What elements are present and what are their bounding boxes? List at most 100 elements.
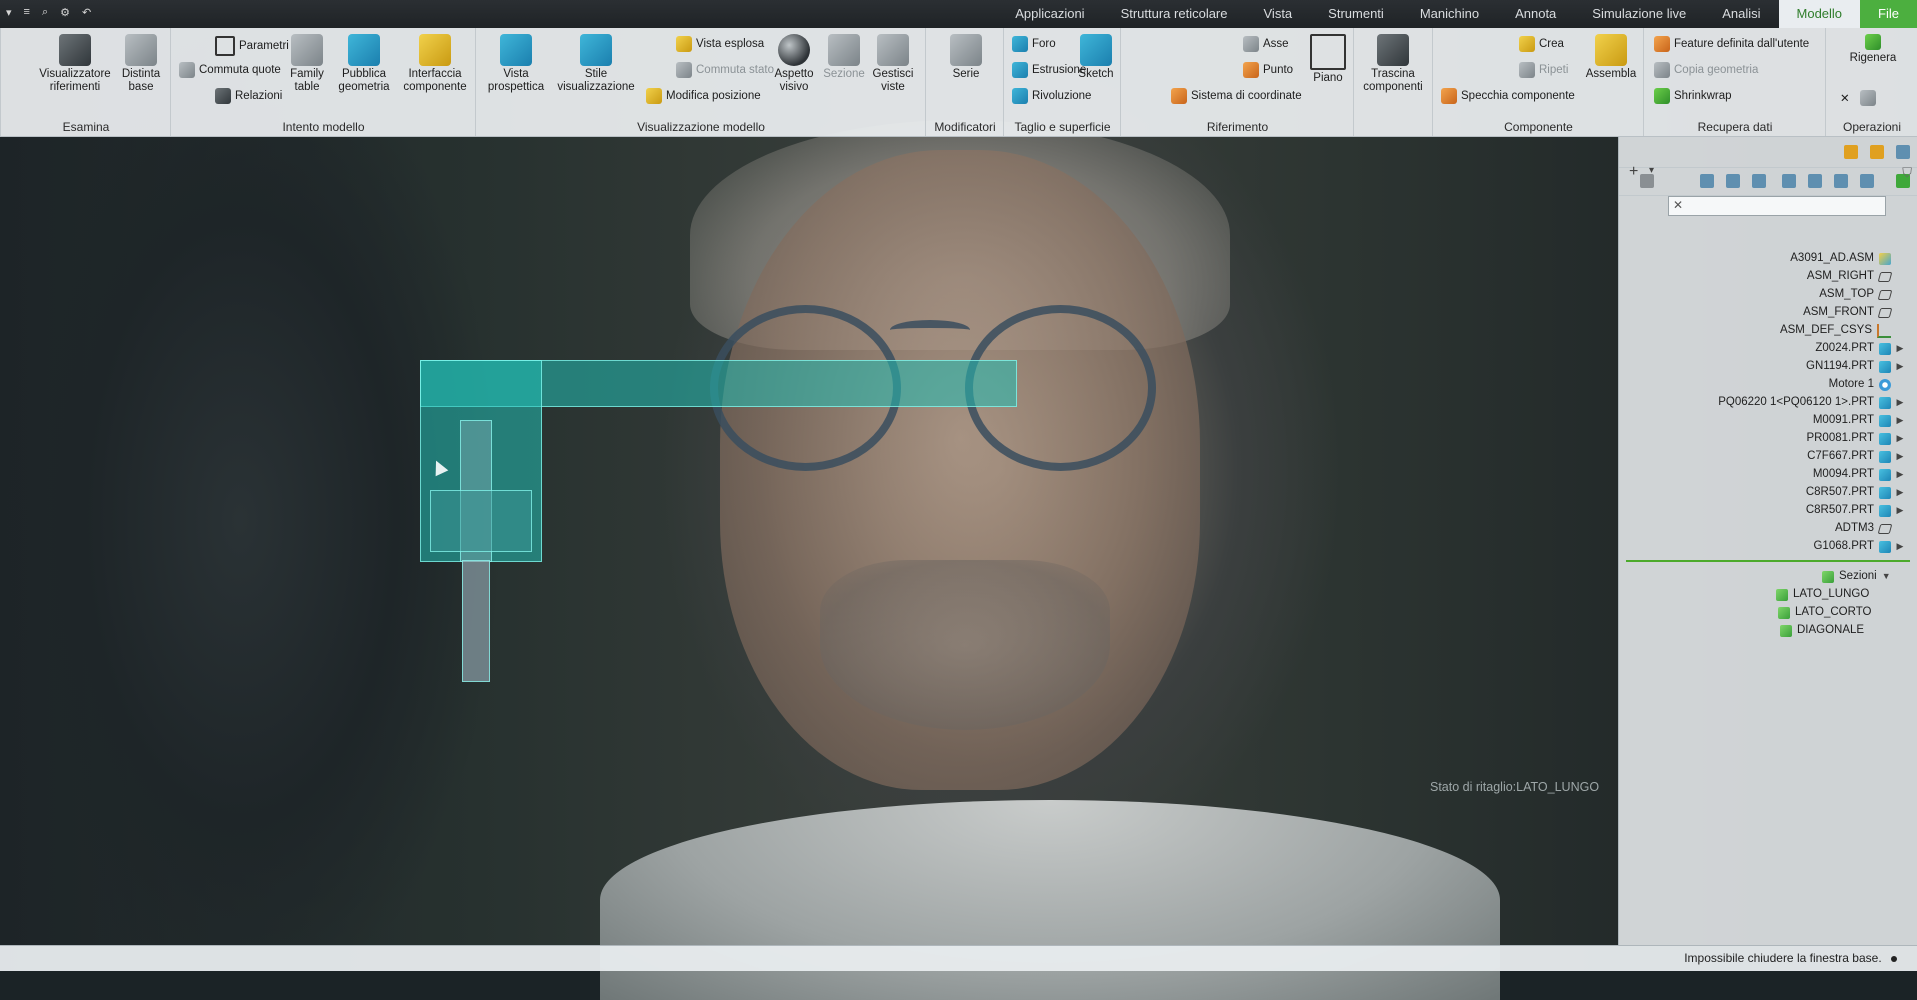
tree-item[interactable]: ASM_FRONT xyxy=(1803,304,1904,321)
parametri-button[interactable]: Parametri xyxy=(215,36,289,56)
pubblica-geometria-button[interactable]: Pubblica geometria xyxy=(333,34,395,94)
expand-arrow-icon[interactable]: ▶ xyxy=(1896,538,1904,555)
tab-analisi[interactable]: Analisi xyxy=(1704,0,1778,28)
tree-item[interactable]: M0091.PRT ▶ xyxy=(1813,412,1904,429)
shrinkwrap-button[interactable]: Shrinkwrap xyxy=(1654,88,1732,104)
group-label-riferimento[interactable]: Riferimento xyxy=(1121,120,1354,134)
tree-item[interactable]: Motore 1 xyxy=(1829,376,1904,393)
tab-annota[interactable]: Annota xyxy=(1497,0,1574,28)
specchia-button[interactable]: Specchia componente xyxy=(1441,88,1575,104)
tab-manichino[interactable]: Manichino xyxy=(1402,0,1497,28)
more-icon[interactable] xyxy=(1896,145,1910,159)
tree-item[interactable]: ASM_RIGHT xyxy=(1807,268,1904,285)
expand-arrow-icon[interactable]: ▶ xyxy=(1896,484,1904,501)
tree-item[interactable]: A3091_AD.ASM xyxy=(1790,250,1904,267)
tab-strumenti[interactable]: Strumenti xyxy=(1310,0,1402,28)
estrusione-button[interactable]: Estrusione xyxy=(1012,62,1086,78)
group-label-recupera-dati[interactable]: Recupera dati xyxy=(1644,120,1826,134)
group-label-operazioni[interactable]: Operazioni xyxy=(1826,120,1917,134)
expand-arrow-icon[interactable]: ▶ xyxy=(1896,448,1904,465)
vista-prospettica-button[interactable]: Vista prospettica xyxy=(480,34,552,94)
visualizzatore-riferimenti-button[interactable]: Visualizzatore riferimenti xyxy=(37,34,113,94)
serie-button[interactable]: Serie xyxy=(936,34,996,81)
model-bracket[interactable] xyxy=(430,490,532,552)
add-icon[interactable]: + xyxy=(1629,163,1638,181)
expand-arrow-icon[interactable]: ▶ xyxy=(1896,430,1904,447)
chevron-down-icon[interactable]: ▾ xyxy=(1649,165,1654,176)
commuta-stato-button[interactable]: Commuta stato xyxy=(676,62,774,78)
expand-arrow-icon[interactable]: ▶ xyxy=(1896,358,1904,375)
tree-item[interactable]: PR0081.PRT ▶ xyxy=(1806,430,1904,447)
tab-struttura-reticolare[interactable]: Struttura reticolare xyxy=(1103,0,1246,28)
rivoluzione-button[interactable]: Rivoluzione xyxy=(1012,88,1091,104)
filter-icon[interactable]: ⛉ xyxy=(1902,165,1912,181)
gestisci-viste-button[interactable]: Gestisci viste xyxy=(868,34,918,94)
tree-item[interactable]: C8R507.PRT ▶ xyxy=(1806,484,1904,501)
layers-toggle-icon[interactable] xyxy=(1726,174,1740,188)
sezione-button[interactable]: Sezione xyxy=(822,34,866,81)
tree-item[interactable]: G1068.PRT ▶ xyxy=(1813,538,1904,555)
expand-arrow-icon[interactable]: ▶ xyxy=(1896,394,1904,411)
stile-visualizzazione-button[interactable]: Stile visualizzazione xyxy=(556,34,636,94)
tree-search-input[interactable] xyxy=(1668,196,1886,216)
camera-icon[interactable] xyxy=(1844,145,1858,159)
search-icon[interactable]: ⌕ xyxy=(42,6,48,19)
aspetto-visivo-button[interactable]: Aspetto visivo xyxy=(768,34,820,94)
gear-icon[interactable] xyxy=(1752,174,1766,188)
interfaccia-componente-button[interactable]: Interfaccia componente xyxy=(397,34,473,94)
sistema-coordinate-button[interactable]: Sistema di coordinate xyxy=(1171,88,1302,104)
tab-file[interactable]: File xyxy=(1860,0,1917,28)
group-label-intento-modello[interactable]: Intento modello xyxy=(171,120,476,134)
chevron-icon[interactable]: ▾ xyxy=(6,6,12,19)
copia-geometria-button[interactable]: Copia geometria xyxy=(1654,62,1758,78)
settings-icon[interactable]: ⚙ xyxy=(60,6,70,19)
asse-button[interactable]: Asse xyxy=(1243,36,1289,52)
assembla-button[interactable]: Assembla xyxy=(1583,34,1639,81)
tab-simulazione-live[interactable]: Simulazione live xyxy=(1574,0,1704,28)
tab-applicazioni[interactable]: Applicazioni xyxy=(997,0,1102,28)
family-table-button[interactable]: Family table xyxy=(283,34,331,94)
feature-utente-button[interactable]: Feature definita dall'utente xyxy=(1654,36,1809,52)
filter-settings-icon[interactable] xyxy=(1808,174,1822,188)
tree-item[interactable]: ADTM3 xyxy=(1835,520,1904,537)
tree-item[interactable]: GN1194.PRT ▶ xyxy=(1806,358,1904,375)
tree-item[interactable]: C7F667.PRT ▶ xyxy=(1807,448,1904,465)
tree-item[interactable]: C8R507.PRT ▶ xyxy=(1806,502,1904,519)
group-label-taglio-superficie[interactable]: Taglio e superficie xyxy=(1004,120,1121,134)
relazioni-button[interactable]: Relazioni xyxy=(215,88,282,104)
expand-icon[interactable] xyxy=(1834,174,1848,188)
crea-button[interactable]: Crea xyxy=(1519,36,1564,52)
undo-icon[interactable]: ↶ xyxy=(82,6,91,19)
foro-button[interactable]: Foro xyxy=(1012,36,1056,52)
expand-arrow-icon[interactable]: ▶ xyxy=(1896,466,1904,483)
menu-icon[interactable]: ≡ xyxy=(24,6,30,19)
tree-item[interactable]: Z0024.PRT ▶ xyxy=(1815,340,1904,357)
expand-arrow-icon[interactable]: ▶ xyxy=(1896,412,1904,429)
modifica-posizione-button[interactable]: Modifica posizione xyxy=(646,88,761,104)
group-label-esamina[interactable]: Esamina xyxy=(1,120,171,134)
rigenera-button[interactable]: Rigenera xyxy=(1836,34,1910,65)
expand-arrow-icon[interactable]: ▶ xyxy=(1896,340,1904,357)
group-label-visualizzazione-modello[interactable]: Visualizzazione modello xyxy=(476,120,926,134)
tree-section-item[interactable]: LATO_CORTO xyxy=(1778,604,1871,621)
vista-esplosa-button[interactable]: Vista esplosa xyxy=(676,36,764,52)
display-icon[interactable] xyxy=(1782,174,1796,188)
clear-search-icon[interactable]: ✕ xyxy=(1673,198,1683,212)
columns-icon[interactable] xyxy=(1860,174,1874,188)
distinta-base-button[interactable]: Distinta base xyxy=(115,34,167,94)
group-label-modificatori[interactable]: Modificatori xyxy=(926,120,1004,134)
piano-button[interactable]: Piano xyxy=(1307,34,1349,85)
punto-button[interactable]: Punto xyxy=(1243,62,1293,78)
tree-section-item[interactable]: DIAGONALE xyxy=(1780,622,1864,639)
tree-item[interactable]: M0094.PRT ▶ xyxy=(1813,466,1904,483)
tree-item[interactable]: PQ06220 1<PQ06120 1>.PRT ▶ xyxy=(1718,394,1904,411)
note-icon[interactable] xyxy=(1640,174,1654,188)
tab-modello[interactable]: Modello xyxy=(1778,0,1861,28)
group-label-componente[interactable]: Componente xyxy=(1433,120,1644,134)
tree-item[interactable]: ASM_DEF_CSYS xyxy=(1780,322,1904,339)
copy-icon[interactable] xyxy=(1859,90,1876,106)
model-shaft[interactable] xyxy=(462,560,490,682)
commuta-quote-button[interactable]: Commuta quote xyxy=(179,62,281,78)
sort-icon[interactable] xyxy=(1700,174,1714,188)
trascina-componenti-button[interactable]: Trascina componenti xyxy=(1358,34,1428,94)
